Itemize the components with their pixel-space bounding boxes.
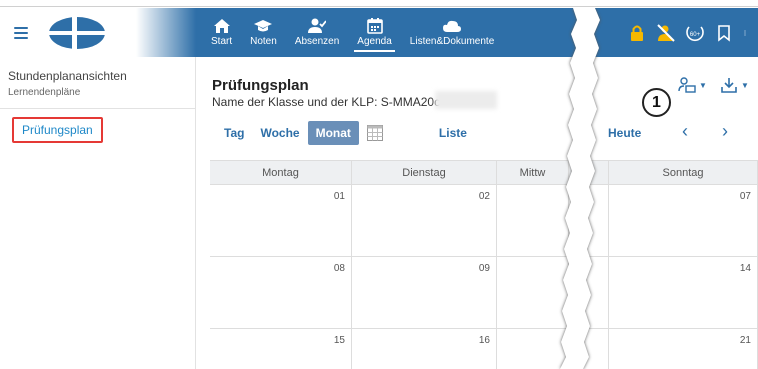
- home-icon: [213, 19, 230, 33]
- nav-agenda[interactable]: Agenda: [348, 8, 400, 57]
- user-off-icon[interactable]: [657, 23, 675, 42]
- day-cell[interactable]: 02: [352, 185, 497, 256]
- nav-listen-label: Listen&Dokumente: [409, 36, 495, 47]
- nav-noten[interactable]: Noten: [241, 8, 286, 57]
- day-cell[interactable]: 21: [609, 329, 758, 369]
- weekday-header: Dienstag: [352, 161, 497, 184]
- bookmark-icon[interactable]: [715, 24, 733, 42]
- export-dropdown[interactable]: ▼: [678, 77, 707, 93]
- more-vertical-icon[interactable]: [744, 24, 750, 42]
- month-calendar: Montag Dienstag Mittw Sonntag 01 02 06 0…: [210, 160, 758, 369]
- day-cell[interactable]: [497, 185, 569, 256]
- page-title: Prüfungsplan: [212, 77, 309, 94]
- header-brand-area: [0, 8, 196, 57]
- view-switcher: Tag Woche Monat Liste: [216, 121, 467, 145]
- header-actions: 60+: [628, 8, 758, 57]
- weekday-header: Sonntag: [609, 161, 758, 184]
- download-icon: [721, 78, 737, 93]
- nav-start[interactable]: Start: [202, 8, 241, 57]
- nav-noten-label: Noten: [250, 36, 277, 47]
- redacted-text: [435, 91, 497, 109]
- day-cell[interactable]: 16: [352, 329, 497, 369]
- menu-icon[interactable]: [14, 26, 28, 39]
- app-header: Start Noten Absenzen Agenda Listen&Dokum…: [0, 8, 758, 57]
- sidebar-section-stundenplan[interactable]: Stundenplanansichten Lernendenpläne: [0, 57, 195, 109]
- nav-start-label: Start: [211, 36, 233, 47]
- weekday-header: Mittw: [497, 161, 569, 184]
- day-cell[interactable]: 07: [609, 185, 758, 256]
- session-timer-label: 60+: [690, 32, 701, 38]
- day-cell[interactable]: 01: [210, 185, 352, 256]
- download-dropdown[interactable]: ▼: [720, 77, 749, 93]
- calendar-week-row: 01 02 06 07: [210, 185, 758, 257]
- cloud-icon: [443, 20, 462, 32]
- lock-icon[interactable]: [628, 24, 646, 42]
- next-month-button[interactable]: ›: [722, 121, 728, 142]
- view-liste-button[interactable]: Liste: [439, 126, 467, 140]
- user-check-icon: [308, 18, 327, 33]
- nav-absenzen[interactable]: Absenzen: [286, 8, 348, 57]
- chevron-down-icon: ▼: [741, 80, 749, 90]
- sidebar-item-pruefungsplan[interactable]: Prüfungsplan: [12, 117, 103, 143]
- today-button[interactable]: Heute: [608, 126, 641, 140]
- year-grid-icon[interactable]: [366, 125, 383, 141]
- day-cell[interactable]: 06: [569, 185, 609, 256]
- page-subtitle: Name der Klasse und der KLP: S-MMA20c: [212, 95, 441, 109]
- day-cell[interactable]: 20: [569, 329, 609, 369]
- view-tag-button[interactable]: Tag: [216, 121, 252, 145]
- calendar-week-row: 08 09 13 14: [210, 257, 758, 329]
- day-cell[interactable]: [497, 329, 569, 369]
- weekday-header: Montag: [210, 161, 352, 184]
- day-cell[interactable]: 14: [609, 257, 758, 328]
- main-content: Prüfungsplan Name der Klasse und der KLP…: [196, 57, 758, 369]
- sidebar-section-subtitle: Lernendenpläne: [8, 87, 81, 98]
- calendar-header-row: Montag Dienstag Mittw Sonntag: [210, 161, 758, 185]
- calendar-week-row: 15 16 20 21: [210, 329, 758, 369]
- sidebar-section-title: Stundenplanansichten: [8, 69, 127, 83]
- user-list-icon: [678, 77, 696, 93]
- nav-agenda-label: Agenda: [357, 36, 392, 47]
- nav-absenzen-label: Absenzen: [294, 36, 340, 47]
- view-monat-button[interactable]: Monat: [307, 121, 359, 145]
- chevron-down-icon: ▼: [699, 80, 707, 90]
- school-logo[interactable]: [48, 15, 106, 50]
- day-cell[interactable]: [497, 257, 569, 328]
- view-woche-button[interactable]: Woche: [252, 121, 307, 145]
- prev-month-button[interactable]: ‹: [682, 121, 688, 142]
- day-cell[interactable]: 13: [569, 257, 609, 328]
- sidebar: Stundenplanansichten Lernendenpläne Prüf…: [0, 57, 196, 369]
- graduation-cap-icon: [254, 20, 273, 32]
- step-marker: 1: [642, 88, 671, 117]
- main-nav: Start Noten Absenzen Agenda Listen&Dokum…: [202, 8, 503, 57]
- day-cell[interactable]: 09: [352, 257, 497, 328]
- nav-listen-dokumente[interactable]: Listen&Dokumente: [401, 8, 504, 57]
- session-timer-icon[interactable]: 60+: [686, 24, 704, 42]
- weekday-header-gap: [569, 161, 609, 184]
- day-cell[interactable]: 08: [210, 257, 352, 328]
- day-cell[interactable]: 15: [210, 329, 352, 369]
- calendar-icon: [366, 18, 383, 34]
- window-top-border: [0, 0, 758, 7]
